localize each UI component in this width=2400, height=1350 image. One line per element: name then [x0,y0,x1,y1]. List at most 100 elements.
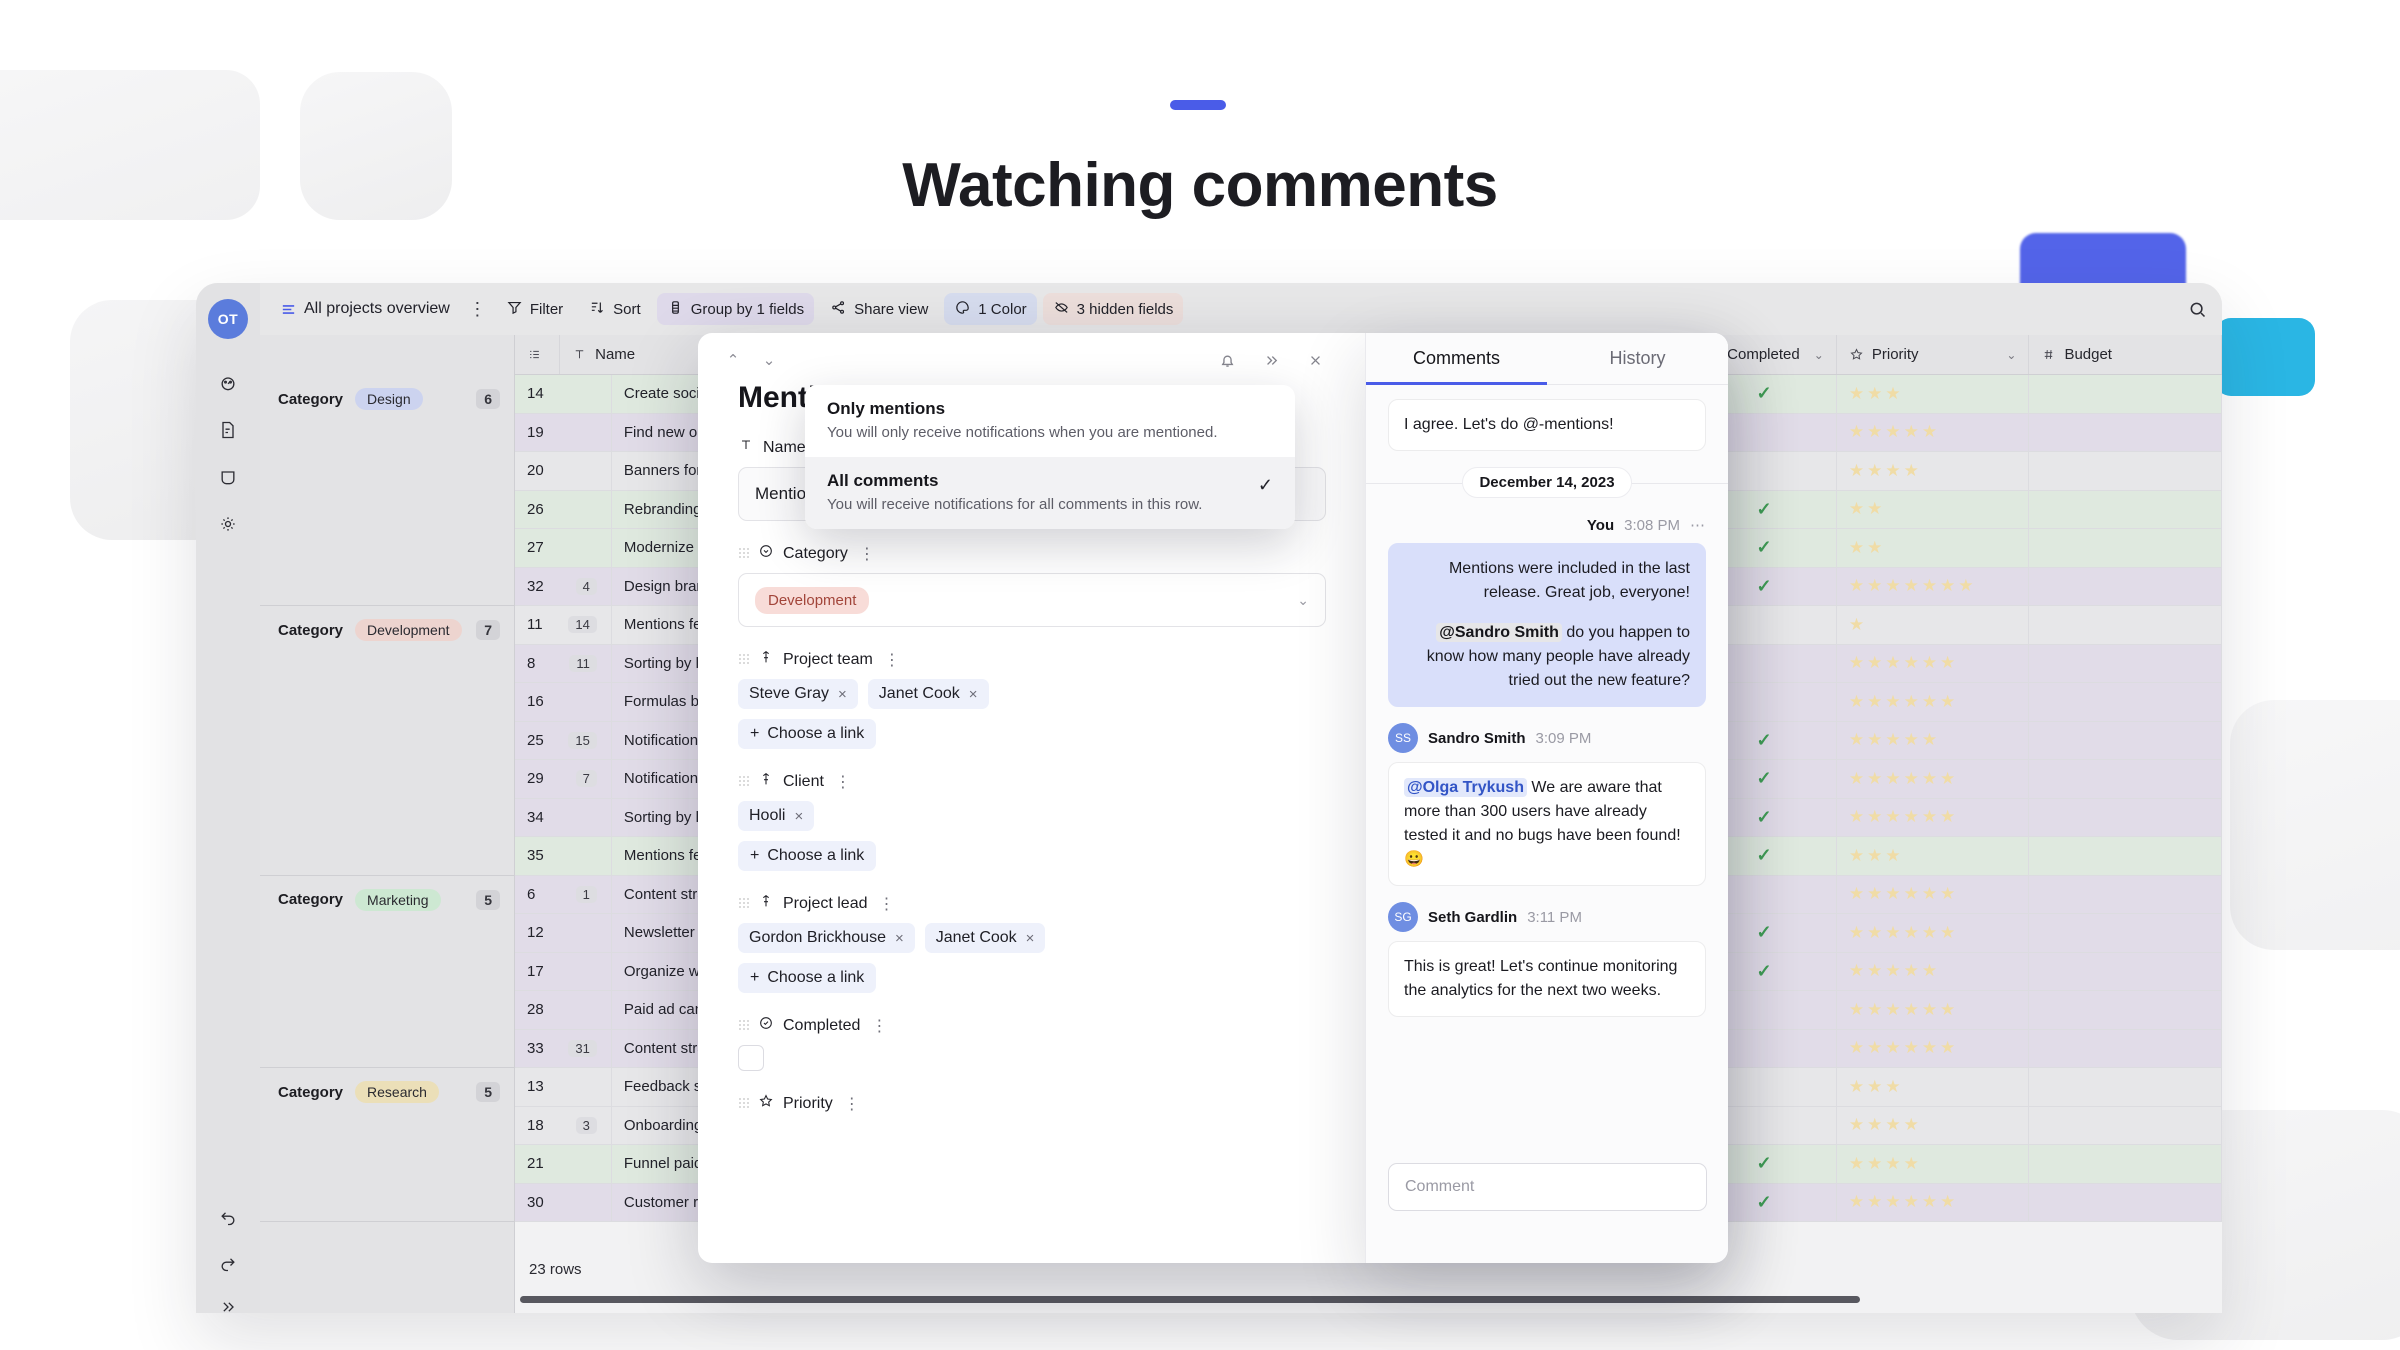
add-link-button[interactable]: + Choose a link [738,963,877,993]
row-priority-cell[interactable]: ★★★★★★★ [1837,567,2030,605]
row-priority-cell[interactable]: ★★★ [1837,837,2030,875]
row-budget-cell[interactable] [2029,490,2222,528]
tab-comments[interactable]: Comments [1366,333,1547,385]
group-header[interactable]: Category Marketing 5 [260,876,514,1068]
comment-input[interactable]: Comment [1388,1163,1707,1211]
field-kebab-button[interactable]: ⋮ [884,650,901,670]
dropdown-option-only-mentions[interactable]: Only mentions You will only receive noti… [805,385,1295,457]
row-priority-cell[interactable]: ★★★★★★ [1837,991,2030,1029]
sort-button[interactable]: Sort [579,293,651,325]
horizontal-scrollbar[interactable] [520,1296,1860,1303]
drag-handle-icon[interactable] [738,897,749,910]
add-link-button[interactable]: + Choose a link [738,719,877,749]
field-kebab-button[interactable]: ⋮ [879,894,896,914]
view-kebab-button[interactable]: ⋮ [466,299,490,320]
row-budget-cell[interactable] [2029,1068,2222,1106]
row-budget-cell[interactable] [2029,914,2222,952]
row-budget-cell[interactable] [2029,1029,2222,1067]
avatar[interactable]: SG [1388,902,1418,932]
row-priority-cell[interactable]: ★★★★★★ [1837,1183,2030,1221]
link-tag[interactable]: Janet Cook × [867,679,989,709]
remove-tag-icon[interactable]: × [838,686,847,703]
chevron-down-icon[interactable]: ⌄ [1297,592,1309,609]
row-priority-cell[interactable]: ★ [1837,606,2030,644]
mention-chip[interactable]: @Olga Trykush [1404,778,1527,797]
row-priority-cell[interactable]: ★★★★ [1837,1145,2030,1183]
row-budget-cell[interactable] [2029,1106,2222,1144]
row-priority-cell[interactable]: ★★★★★★ [1837,875,2030,913]
remove-tag-icon[interactable]: × [1026,930,1035,947]
link-tag[interactable]: Hooli × [738,801,815,831]
drag-handle-icon[interactable] [738,1019,749,1032]
tab-history[interactable]: History [1547,333,1728,384]
row-priority-cell[interactable]: ★★★ [1837,375,2030,413]
category-select[interactable]: Development ⌄ [738,573,1326,627]
group-by-button[interactable]: Group by 1 fields [656,293,815,325]
row-priority-cell[interactable]: ★★★★★ [1837,721,2030,759]
column-header-index[interactable] [515,335,561,374]
row-budget-cell[interactable] [2029,683,2222,721]
remove-tag-icon[interactable]: × [895,930,904,947]
field-kebab-button[interactable]: ⋮ [859,544,876,564]
row-budget-cell[interactable] [2029,1145,2222,1183]
drag-handle-icon[interactable] [738,1097,749,1110]
row-budget-cell[interactable] [2029,1183,2222,1221]
share-view-button[interactable]: Share view [820,293,938,325]
row-budget-cell[interactable] [2029,452,2222,490]
row-budget-cell[interactable] [2029,413,2222,451]
group-header[interactable]: Category Design 6 [260,335,514,606]
completed-checkbox[interactable] [738,1045,764,1071]
chevron-down-icon[interactable]: ⌄ [1814,348,1824,362]
field-kebab-button[interactable]: ⋮ [844,1094,861,1114]
row-budget-cell[interactable] [2029,798,2222,836]
row-budget-cell[interactable] [2029,375,2222,413]
group-header[interactable]: Category Research 5 [260,1068,514,1222]
drag-handle-icon[interactable] [738,547,749,560]
redo-icon[interactable] [214,1249,242,1277]
row-priority-cell[interactable]: ★★★ [1837,1068,2030,1106]
mention-chip[interactable]: @Sandro Smith [1436,623,1562,642]
row-budget-cell[interactable] [2029,875,2222,913]
database-icon[interactable] [214,463,242,491]
row-budget-cell[interactable] [2029,567,2222,605]
search-icon[interactable] [2187,299,2208,320]
drag-handle-icon[interactable] [738,653,749,666]
row-budget-cell[interactable] [2029,991,2222,1029]
document-edit-icon[interactable] [214,416,242,444]
color-button[interactable]: 1 Color [944,293,1037,325]
column-header-budget[interactable]: Budget [2029,335,2222,374]
field-kebab-button[interactable]: ⋮ [835,772,852,792]
row-priority-cell[interactable]: ★★★★★★ [1837,798,2030,836]
undo-icon[interactable] [214,1203,242,1231]
row-priority-cell[interactable]: ★★★★★★ [1837,760,2030,798]
add-link-button[interactable]: + Choose a link [738,841,877,871]
row-priority-cell[interactable]: ★★★★★★ [1837,914,2030,952]
remove-tag-icon[interactable]: × [969,686,978,703]
row-budget-cell[interactable] [2029,606,2222,644]
dropdown-option-all-comments[interactable]: All comments You will receive notificati… [805,457,1295,529]
field-kebab-button[interactable]: ⋮ [871,1016,888,1036]
row-budget-cell[interactable] [2029,644,2222,682]
row-priority-cell[interactable]: ★★ [1837,490,2030,528]
row-budget-cell[interactable] [2029,721,2222,759]
row-priority-cell[interactable]: ★★★★★★ [1837,683,2030,721]
row-budget-cell[interactable] [2029,529,2222,567]
column-header-priority[interactable]: Priority ⌄ [1837,335,2030,374]
comment-options-icon[interactable]: ⋯ [1690,516,1706,534]
hidden-fields-button[interactable]: 3 hidden fields [1042,293,1184,325]
gear-icon[interactable] [214,510,242,538]
row-priority-cell[interactable]: ★★★★★★ [1837,1029,2030,1067]
link-tag[interactable]: Gordon Brickhouse × [738,923,915,953]
chevron-down-icon[interactable]: ⌄ [2006,348,2016,362]
view-name-button[interactable]: All projects overview [274,293,460,325]
row-priority-cell[interactable]: ★★★★ [1837,1106,2030,1144]
row-budget-cell[interactable] [2029,760,2222,798]
expand-icon[interactable] [214,1293,242,1313]
row-budget-cell[interactable] [2029,952,2222,990]
avatar[interactable]: OT [208,299,248,339]
row-priority-cell[interactable]: ★★★★★ [1837,413,2030,451]
group-header[interactable]: Category Development 7 [260,606,514,876]
row-priority-cell[interactable]: ★★★★★ [1837,952,2030,990]
dashboard-icon[interactable] [214,369,242,397]
link-tag[interactable]: Janet Cook × [924,923,1046,953]
